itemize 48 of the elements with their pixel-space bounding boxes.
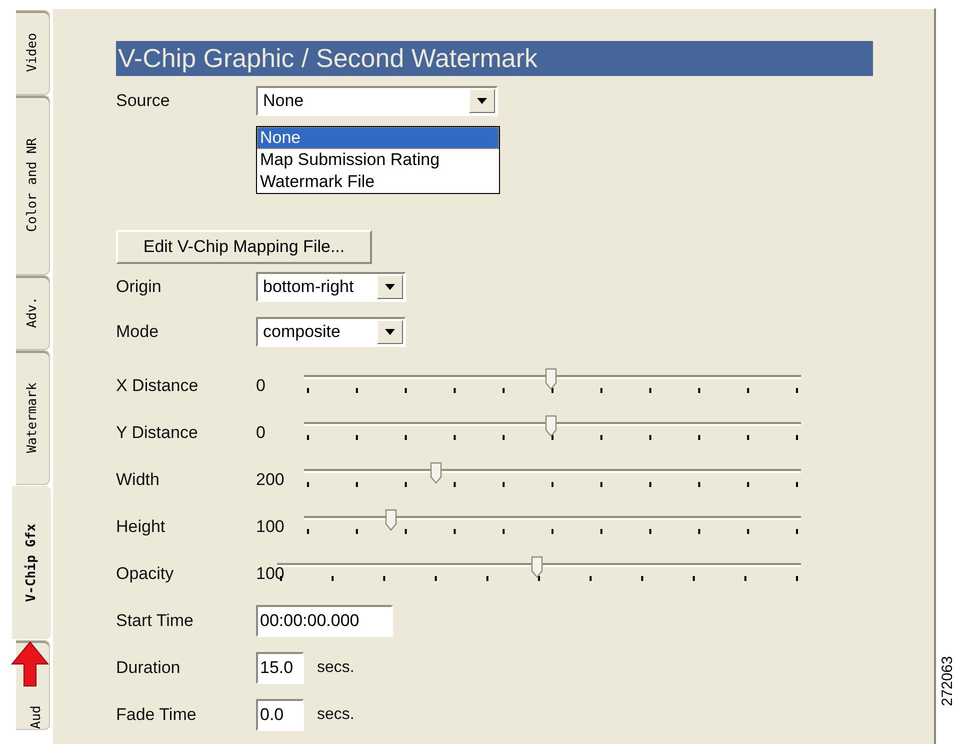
field-label: Width <box>116 470 160 490</box>
dropdown-option[interactable]: None <box>257 127 499 149</box>
unit-label: secs. <box>317 706 354 724</box>
slider-thumb[interactable] <box>544 414 556 436</box>
time-field[interactable]: 15.0 <box>256 652 304 684</box>
figure-number: 272063 <box>938 656 956 706</box>
caret-icon <box>385 328 395 334</box>
time-field[interactable]: 0.0 <box>256 698 304 730</box>
mode-combo[interactable]: composite <box>256 316 406 346</box>
field-label: Duration <box>116 658 182 678</box>
slider-thumb[interactable] <box>544 368 556 390</box>
side-tab[interactable]: Adv. <box>16 275 50 350</box>
side-tab[interactable]: Color and NR <box>16 95 50 275</box>
combo-value: None <box>263 91 304 111</box>
origin-combo[interactable]: bottom-right <box>256 272 406 302</box>
slider-reading: 100 <box>256 516 286 536</box>
slider-reading: 200 <box>256 470 286 490</box>
slider-thumb[interactable] <box>385 508 398 530</box>
dropdown-button[interactable] <box>377 274 403 298</box>
slider-thumb[interactable] <box>430 462 442 484</box>
slider-reading: 0 <box>256 422 266 442</box>
caret-icon <box>385 284 395 290</box>
field-label: Origin <box>116 276 162 296</box>
dropdown-button[interactable] <box>377 320 403 344</box>
source-combo[interactable]: None <box>256 86 498 116</box>
field-label: Y Distance <box>116 422 199 442</box>
slider-thumb[interactable] <box>531 556 543 578</box>
side-tab[interactable]: Video <box>16 10 50 95</box>
combo-value: composite <box>263 322 340 342</box>
field-label: Mode <box>116 322 160 342</box>
dropdown-button[interactable] <box>469 89 495 113</box>
up-arrow <box>10 640 50 688</box>
caret-icon <box>477 98 487 104</box>
field-label: Opacity <box>116 564 175 584</box>
slider-reading: 100 <box>256 564 286 584</box>
field-label: Fade Time <box>116 704 198 724</box>
section-title: V-Chip Graphic / Second Watermark <box>116 41 873 76</box>
field-label: Source <box>116 91 171 111</box>
slider-reading: 0 <box>256 376 266 396</box>
side-tab[interactable]: Watermark <box>16 350 50 485</box>
combo-value: bottom-right <box>263 276 354 296</box>
edit-mapping-button[interactable]: Edit V-Chip Mapping File... <box>116 230 372 264</box>
side-tab[interactable]: V-Chip Gfx <box>12 485 52 640</box>
unit-label: secs. <box>317 658 354 676</box>
field-label: Height <box>116 516 166 536</box>
field-label: X Distance <box>116 376 200 396</box>
field-label: Start Time <box>116 610 194 630</box>
time-field[interactable]: 00:00:00.000 <box>256 604 393 636</box>
